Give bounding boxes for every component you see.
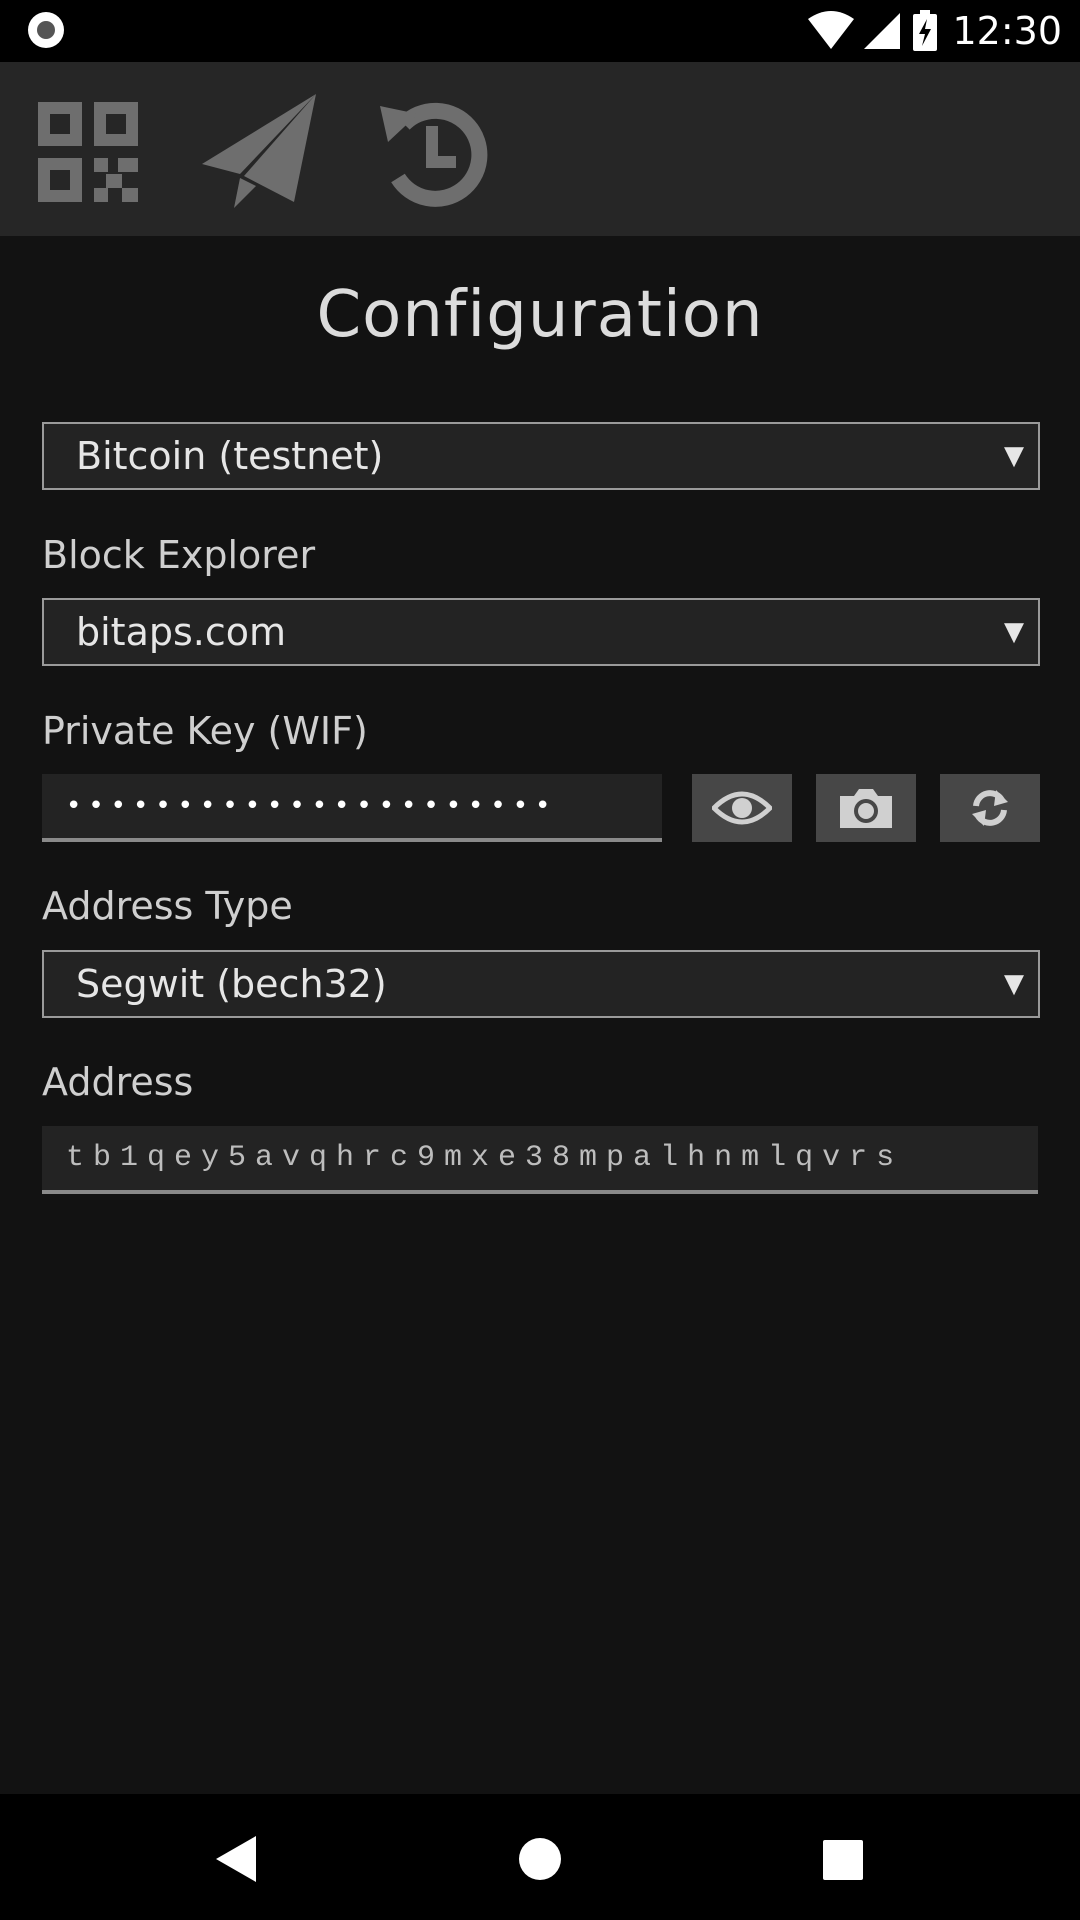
private-key-masked-value: •••••••••••••••••••••• xyxy=(66,791,558,821)
page-title: Configuration xyxy=(316,278,764,352)
dropdown-arrow-icon: ▼ xyxy=(1004,969,1024,999)
home-circle-icon xyxy=(519,1838,561,1880)
history-icon xyxy=(380,102,488,207)
battery-charging-icon xyxy=(913,10,938,51)
block-explorer-select-value: bitaps.com xyxy=(76,610,287,654)
address-field[interactable]: tb1qey5avqhrc9mxe38mpalhnmlqvrs xyxy=(42,1126,1038,1194)
recents-button[interactable] xyxy=(808,1822,878,1892)
camera-icon xyxy=(840,789,892,828)
back-button[interactable] xyxy=(200,1822,270,1892)
back-triangle-icon xyxy=(216,1836,256,1882)
scan-key-button[interactable] xyxy=(816,774,916,842)
regenerate-key-button[interactable] xyxy=(940,774,1040,842)
network-select-value: Bitcoin (testnet) xyxy=(76,434,384,478)
qr-code-icon xyxy=(38,102,138,202)
recents-square-icon xyxy=(823,1840,863,1880)
show-key-button[interactable] xyxy=(692,774,792,842)
address-value: tb1qey5avqhrc9mxe38mpalhnmlqvrs xyxy=(66,1141,904,1175)
navigation-bar xyxy=(0,1794,1080,1920)
top-toolbar xyxy=(0,62,1080,236)
network-select[interactable]: Bitcoin (testnet) ▼ xyxy=(42,422,1040,490)
send-button[interactable] xyxy=(198,92,318,212)
block-explorer-label: Block Explorer xyxy=(42,533,316,577)
eye-icon xyxy=(712,791,772,825)
status-icons: 12:30 xyxy=(808,8,1062,54)
home-button[interactable] xyxy=(505,1822,575,1892)
history-button[interactable] xyxy=(370,92,490,212)
address-label: Address xyxy=(42,1060,194,1104)
dropdown-arrow-icon: ▼ xyxy=(1004,617,1024,647)
qr-code-button[interactable] xyxy=(28,92,148,212)
notification-icon xyxy=(28,12,64,48)
cell-signal-icon xyxy=(864,13,901,49)
dropdown-arrow-icon: ▼ xyxy=(1004,441,1024,471)
private-key-input[interactable]: •••••••••••••••••••••• xyxy=(42,774,662,842)
block-explorer-select[interactable]: bitaps.com ▼ xyxy=(42,598,1040,666)
private-key-label: Private Key (WIF) xyxy=(42,709,368,753)
clock: 12:30 xyxy=(952,9,1062,53)
address-type-label: Address Type xyxy=(42,884,293,928)
address-type-select-value: Segwit (bech32) xyxy=(76,962,387,1006)
wifi-icon xyxy=(808,11,855,49)
refresh-icon xyxy=(972,790,1008,826)
address-type-select[interactable]: Segwit (bech32) ▼ xyxy=(42,950,1040,1018)
paper-plane-icon xyxy=(202,94,316,208)
status-bar: 12:30 xyxy=(0,0,1080,62)
